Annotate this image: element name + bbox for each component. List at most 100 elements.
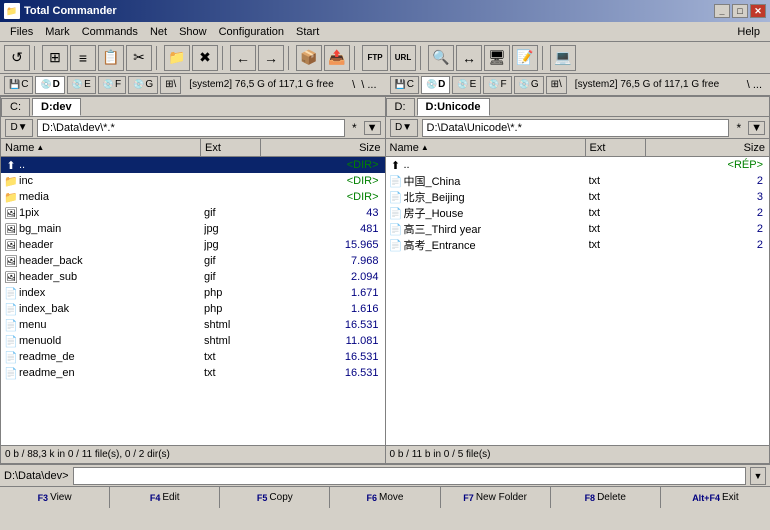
right-file-row[interactable]: 📄高三_Third yeartxt2 <box>386 221 770 237</box>
toolbar-unpack[interactable]: 📤 <box>324 45 350 71</box>
toolbar-refresh[interactable]: ↺ <box>4 45 30 71</box>
file-size: 43 <box>264 207 383 219</box>
right-path-filter-btn[interactable]: ▼ <box>748 121 765 135</box>
left-col-size[interactable]: Size <box>261 139 385 156</box>
left-drive-g[interactable]: 💿G <box>128 76 158 94</box>
toolbar-url[interactable]: URL <box>390 45 416 71</box>
left-file-row[interactable]: 🖼header_subgif2.094 <box>1 269 385 285</box>
file-size: 2.094 <box>264 271 383 283</box>
left-path-dropdown[interactable]: D▼ <box>5 119 33 137</box>
right-file-row[interactable]: 📄中国_Chinatxt2 <box>386 173 770 189</box>
toolbar-view-list[interactable]: ≡ <box>70 45 96 71</box>
right-drive-f[interactable]: 💿F <box>483 76 511 94</box>
menu-configuration[interactable]: Configuration <box>213 24 290 40</box>
maximize-button[interactable]: □ <box>732 4 748 18</box>
left-file-row[interactable]: 📄indexphp1.671 <box>1 285 385 301</box>
right-tab-active[interactable]: D:Unicode <box>417 98 490 116</box>
left-drive-d[interactable]: 💿D <box>35 76 64 94</box>
left-tab-c[interactable]: C: <box>1 98 30 116</box>
menu-bar: Files Mark Commands Net Show Configurati… <box>0 22 770 42</box>
left-drive-e[interactable]: 💿E <box>67 76 96 94</box>
toolbar-sync[interactable]: ↔ <box>456 45 482 71</box>
left-drive-c[interactable]: 💾C <box>4 76 33 94</box>
menu-start[interactable]: Start <box>290 24 325 40</box>
fkey-f5[interactable]: F5Copy <box>220 487 330 508</box>
menu-help[interactable]: Help <box>731 24 766 40</box>
file-icon: 📄 <box>388 174 404 188</box>
left-path-filter-btn[interactable]: ▼ <box>364 121 381 135</box>
app-icon: 📁 <box>4 3 20 19</box>
toolbar-move[interactable]: ✂ <box>126 45 152 71</box>
left-drive-bar: 💾C 💿D 💿E 💿F 💿G ⊞\ [system2] 76,5 G of 11… <box>0 76 385 94</box>
menu-show[interactable]: Show <box>173 24 213 40</box>
left-panel-tabs: C: D:dev <box>1 97 385 117</box>
toolbar-copy[interactable]: 📋 <box>98 45 124 71</box>
fkey-f6[interactable]: F6Move <box>330 487 440 508</box>
fkey-f8[interactable]: F8Delete <box>551 487 661 508</box>
fkey-f7[interactable]: F7New Folder <box>441 487 551 508</box>
menu-net[interactable]: Net <box>144 24 173 40</box>
left-file-list[interactable]: ⬆..<DIR>📁inc<DIR>📁media<DIR>🖼1pixgif43🖼b… <box>1 157 385 445</box>
right-drive-c[interactable]: 💾C <box>390 76 419 94</box>
file-icon: 🖼 <box>3 222 19 236</box>
menu-files[interactable]: Files <box>4 24 39 40</box>
fkey-f4[interactable]: F4Edit <box>110 487 220 508</box>
toolbar-back[interactable]: ← <box>230 45 256 71</box>
menu-commands[interactable]: Commands <box>76 24 144 40</box>
left-drive-net[interactable]: ⊞\ <box>160 76 181 94</box>
right-path-input[interactable] <box>422 119 730 137</box>
left-file-row[interactable]: 📁inc<DIR> <box>1 173 385 189</box>
left-file-row[interactable]: 🖼bg_mainjpg481 <box>1 221 385 237</box>
file-size: 1.671 <box>264 287 383 299</box>
left-file-row[interactable]: 🖼1pixgif43 <box>1 205 385 221</box>
right-panel-tabs: D: D:Unicode <box>386 97 770 117</box>
right-path-dropdown[interactable]: D▼ <box>390 119 418 137</box>
right-file-row[interactable]: 📄房子_Housetxt2 <box>386 205 770 221</box>
right-drive-d[interactable]: 💿D <box>421 76 450 94</box>
toolbar-forward[interactable]: → <box>258 45 284 71</box>
right-col-name[interactable]: Name ▲ <box>386 139 586 156</box>
toolbar-terminal[interactable]: 💻 <box>550 45 576 71</box>
left-file-row[interactable]: 🖼header_backgif7.968 <box>1 253 385 269</box>
file-size: 3 <box>649 191 768 203</box>
menu-mark[interactable]: Mark <box>39 24 75 40</box>
left-file-row[interactable]: 📄readme_entxt16.531 <box>1 365 385 381</box>
cmdline-dropdown[interactable]: ▼ <box>750 467 766 485</box>
close-button[interactable]: ✕ <box>750 4 766 18</box>
left-path-input[interactable] <box>37 119 345 137</box>
right-col-size[interactable]: Size <box>646 139 770 156</box>
left-file-row[interactable]: ⬆..<DIR> <box>1 157 385 173</box>
right-drive-net[interactable]: ⊞\ <box>546 76 567 94</box>
left-file-row[interactable]: 📄menuoldshtml11.081 <box>1 333 385 349</box>
right-file-row[interactable]: ⬆..<RÉP> <box>386 157 770 173</box>
right-drive-g[interactable]: 💿G <box>514 76 544 94</box>
toolbar-pack[interactable]: 📦 <box>296 45 322 71</box>
right-file-row[interactable]: 📄高考_Entrancetxt2 <box>386 237 770 253</box>
right-tab-d[interactable]: D: <box>386 98 415 116</box>
right-col-ext[interactable]: Ext <box>586 139 646 156</box>
left-file-row[interactable]: 📄readme_detxt16.531 <box>1 349 385 365</box>
toolbar-find[interactable]: 🔍 <box>428 45 454 71</box>
title-bar: 📁 Total Commander _ □ ✕ <box>0 0 770 22</box>
toolbar-multiname[interactable]: 📝 <box>512 45 538 71</box>
toolbar-view-icons[interactable]: ⊞ <box>42 45 68 71</box>
left-col-name[interactable]: Name ▲ <box>1 139 201 156</box>
left-file-row[interactable]: 📁media<DIR> <box>1 189 385 205</box>
left-col-ext[interactable]: Ext <box>201 139 261 156</box>
toolbar-delete[interactable]: ✖ <box>192 45 218 71</box>
right-file-row[interactable]: 📄北京_Beijingtxt3 <box>386 189 770 205</box>
left-file-row[interactable]: 📄index_bakphp1.616 <box>1 301 385 317</box>
toolbar-new-folder[interactable]: 📁 <box>164 45 190 71</box>
right-drive-e[interactable]: 💿E <box>452 76 481 94</box>
toolbar-share[interactable]: 🖥 <box>484 45 510 71</box>
toolbar-ftp[interactable]: FTP <box>362 45 388 71</box>
left-drive-f[interactable]: 💿F <box>98 76 126 94</box>
right-file-list[interactable]: ⬆..<RÉP>📄中国_Chinatxt2📄北京_Beijingtxt3📄房子_… <box>386 157 770 445</box>
fkey-alt-f4[interactable]: Alt+F4Exit <box>661 487 770 508</box>
minimize-button[interactable]: _ <box>714 4 730 18</box>
fkey-f3[interactable]: F3View <box>0 487 110 508</box>
left-file-row[interactable]: 📄menushtml16.531 <box>1 317 385 333</box>
left-file-row[interactable]: 🖼headerjpg15.965 <box>1 237 385 253</box>
left-tab-active[interactable]: D:dev <box>32 98 81 116</box>
cmdline-input[interactable] <box>73 467 746 485</box>
